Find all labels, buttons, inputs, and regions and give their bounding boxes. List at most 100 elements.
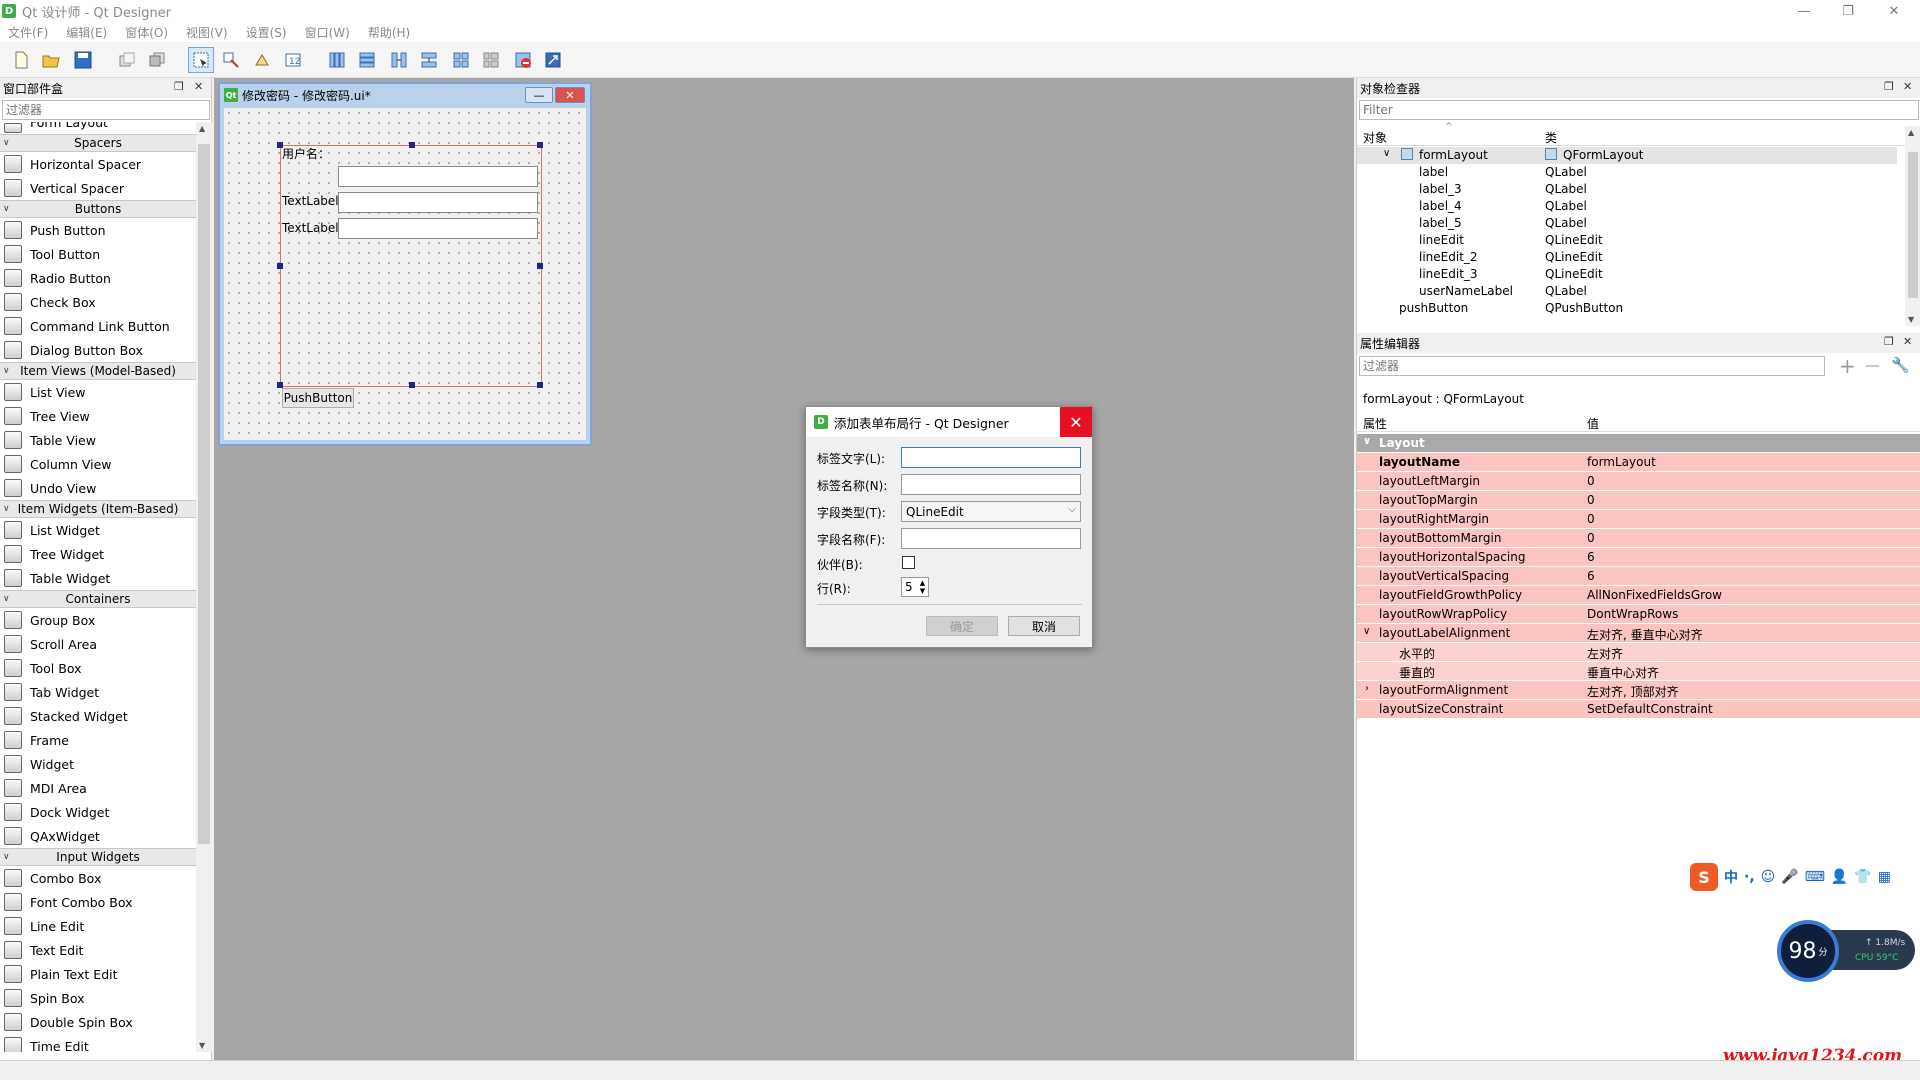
resize-handle[interactable] — [409, 382, 415, 388]
chevron-down-icon[interactable]: ∨ — [1363, 436, 1371, 447]
widget-item[interactable]: Tool Button — [0, 242, 196, 266]
chinese-mode-icon[interactable]: 中 — [1724, 867, 1738, 887]
widget-filter-input[interactable] — [2, 100, 210, 120]
widget-item[interactable]: Stacked Widget — [0, 704, 196, 728]
widget-item[interactable]: Combo Box — [0, 866, 196, 890]
sogou-ime-logo[interactable]: S — [1690, 863, 1718, 891]
object-filter-input[interactable] — [1359, 100, 1919, 120]
widget-item[interactable]: MDI Area — [0, 776, 196, 800]
property-row[interactable]: layoutTopMargin 0 — [1357, 491, 1920, 510]
object-tree-row[interactable]: ∨ formLayout QFormLayout — [1357, 147, 1897, 164]
scroll-down-icon[interactable]: ▼ — [199, 1041, 205, 1050]
new-file-icon[interactable] — [8, 47, 34, 73]
break-layout-icon[interactable] — [510, 47, 536, 73]
object-tree-scrollbar[interactable]: ▲ ▼ — [1905, 126, 1920, 326]
ok-button[interactable]: 确定 — [926, 616, 998, 636]
widget-item[interactable]: Scroll Area — [0, 632, 196, 656]
scroll-down-icon[interactable]: ▼ — [1908, 315, 1914, 324]
property-row[interactable]: 水平的 左对齐 — [1357, 643, 1920, 662]
property-row[interactable]: › layoutFormAlignment 左对齐, 顶部对齐 — [1357, 681, 1920, 700]
layout-vertical-splitter-icon[interactable] — [416, 47, 442, 73]
property-value[interactable]: DontWrapRows — [1587, 607, 1678, 621]
adjust-size-icon[interactable] — [540, 47, 566, 73]
object-tree-row[interactable]: label_3 QLabel — [1357, 181, 1897, 198]
resize-handle[interactable] — [409, 142, 415, 148]
property-row[interactable]: layoutLeftMargin 0 — [1357, 472, 1920, 491]
widget-item[interactable]: Column View — [0, 452, 196, 476]
widget-item[interactable]: Double Spin Box — [0, 1010, 196, 1034]
cancel-button[interactable]: 取消 — [1008, 616, 1080, 636]
property-filter-input[interactable] — [1359, 356, 1825, 376]
bring-to-front-icon[interactable] — [144, 47, 170, 73]
widget-item[interactable]: Tree Widget — [0, 542, 196, 566]
layout-horizontal-splitter-icon[interactable] — [386, 47, 412, 73]
emoji-icon[interactable]: ☺ — [1761, 869, 1776, 885]
widget-item[interactable]: Tool Box — [0, 656, 196, 680]
widget-item[interactable]: Tab Widget — [0, 680, 196, 704]
menu-edit[interactable]: 编辑(E) — [66, 24, 107, 41]
object-column-header[interactable]: 对象 — [1363, 129, 1387, 146]
property-value[interactable]: 6 — [1587, 550, 1595, 564]
menu-form[interactable]: 窗体(O) — [125, 24, 168, 41]
edit-widgets-icon[interactable] — [188, 47, 214, 73]
open-folder-icon[interactable] — [38, 47, 64, 73]
widget-item[interactable]: Dialog Button Box — [0, 338, 196, 362]
add-property-icon[interactable]: + — [1839, 354, 1856, 378]
property-value[interactable]: 左对齐, 顶部对齐 — [1587, 683, 1679, 700]
float-dock-icon[interactable]: ❐ — [1884, 80, 1894, 93]
toolbox-icon[interactable]: ▦ — [1878, 869, 1891, 885]
widget-item[interactable]: Horizontal Spacer — [0, 152, 196, 176]
resize-handle[interactable] — [277, 263, 283, 269]
float-dock-icon[interactable]: ❐ — [1884, 335, 1894, 348]
keyboard-icon[interactable]: ⌨ — [1805, 869, 1825, 885]
form-window[interactable]: Qt 修改密码 - 修改密码.ui* — ✕ 用户名： TextLabel Te… — [218, 82, 592, 446]
widget-item[interactable]: Line Edit — [0, 914, 196, 938]
property-row[interactable]: layoutFieldGrowthPolicy AllNonFixedFields… — [1357, 586, 1920, 605]
widget-item[interactable]: Push Button — [0, 218, 196, 242]
minimize-button[interactable]: — — [1782, 0, 1826, 22]
menu-window[interactable]: 窗口(W) — [305, 24, 350, 41]
object-tree-row[interactable]: lineEdit_3 QLineEdit — [1357, 266, 1897, 283]
widget-item[interactable]: QAxWidget — [0, 824, 196, 848]
scrollbar-thumb[interactable] — [198, 144, 210, 844]
widget-category[interactable]: ∨ Item Widgets (Item-Based) — [0, 500, 196, 518]
widget-item[interactable]: Table Widget — [0, 566, 196, 590]
property-value[interactable]: 0 — [1587, 512, 1595, 526]
property-value[interactable]: 垂直中心对齐 — [1587, 664, 1659, 681]
menu-file[interactable]: 文件(F) — [8, 24, 48, 41]
widget-item[interactable]: Tree View — [0, 404, 196, 428]
widget-item[interactable]: Form Layout — [0, 122, 196, 134]
resize-handle[interactable] — [537, 142, 543, 148]
widget-item[interactable]: Spin Box — [0, 986, 196, 1010]
widget-item[interactable]: Frame — [0, 728, 196, 752]
object-tree-row[interactable]: label QLabel — [1357, 164, 1897, 181]
property-value[interactable]: 左对齐 — [1587, 645, 1623, 662]
edit-signals-slots-icon[interactable] — [218, 47, 244, 73]
field-type-combo[interactable]: QLineEdit ⌵ — [901, 501, 1081, 522]
layout-form-icon[interactable] — [478, 47, 504, 73]
push-button[interactable]: PushButton — [282, 388, 354, 408]
send-to-back-icon[interactable] — [114, 47, 140, 73]
widget-item[interactable]: Vertical Spacer — [0, 176, 196, 200]
save-icon[interactable] — [70, 47, 96, 73]
field-name-input[interactable] — [901, 528, 1081, 549]
property-row[interactable]: layoutName formLayout — [1357, 453, 1920, 472]
configure-wrench-icon[interactable]: 🔧 — [1891, 356, 1910, 374]
menu-settings[interactable]: 设置(S) — [246, 24, 287, 41]
add-form-layout-row-dialog[interactable]: D 添加表单布局行 - Qt Designer ✕ 标签文字(L): 标签名称(… — [805, 406, 1093, 648]
layout-horizontal-icon[interactable] — [324, 47, 350, 73]
resize-handle[interactable] — [537, 382, 543, 388]
widget-category[interactable]: ∨ Buttons — [0, 200, 196, 218]
close-dock-icon[interactable]: ✕ — [1903, 80, 1912, 93]
skin-icon[interactable]: 👕 — [1854, 869, 1871, 885]
chevron-down-icon[interactable]: ∨ — [1383, 148, 1390, 159]
property-value[interactable]: AllNonFixedFieldsGrow — [1587, 588, 1722, 602]
object-tree-row[interactable]: userNameLabel QLabel — [1357, 283, 1897, 300]
label-name-input[interactable] — [901, 474, 1081, 495]
property-row[interactable]: layoutRowWrapPolicy DontWrapRows — [1357, 605, 1920, 624]
float-dock-icon[interactable]: ❐ — [174, 80, 184, 93]
property-row[interactable]: layoutRightMargin 0 — [1357, 510, 1920, 529]
restore-button[interactable]: ❐ — [1826, 0, 1870, 22]
punctuation-icon[interactable]: ·, — [1744, 869, 1755, 885]
speed-gadget[interactable]: 98 分 ↑ 1.8M/s CPU 59°C — [1777, 920, 1917, 982]
